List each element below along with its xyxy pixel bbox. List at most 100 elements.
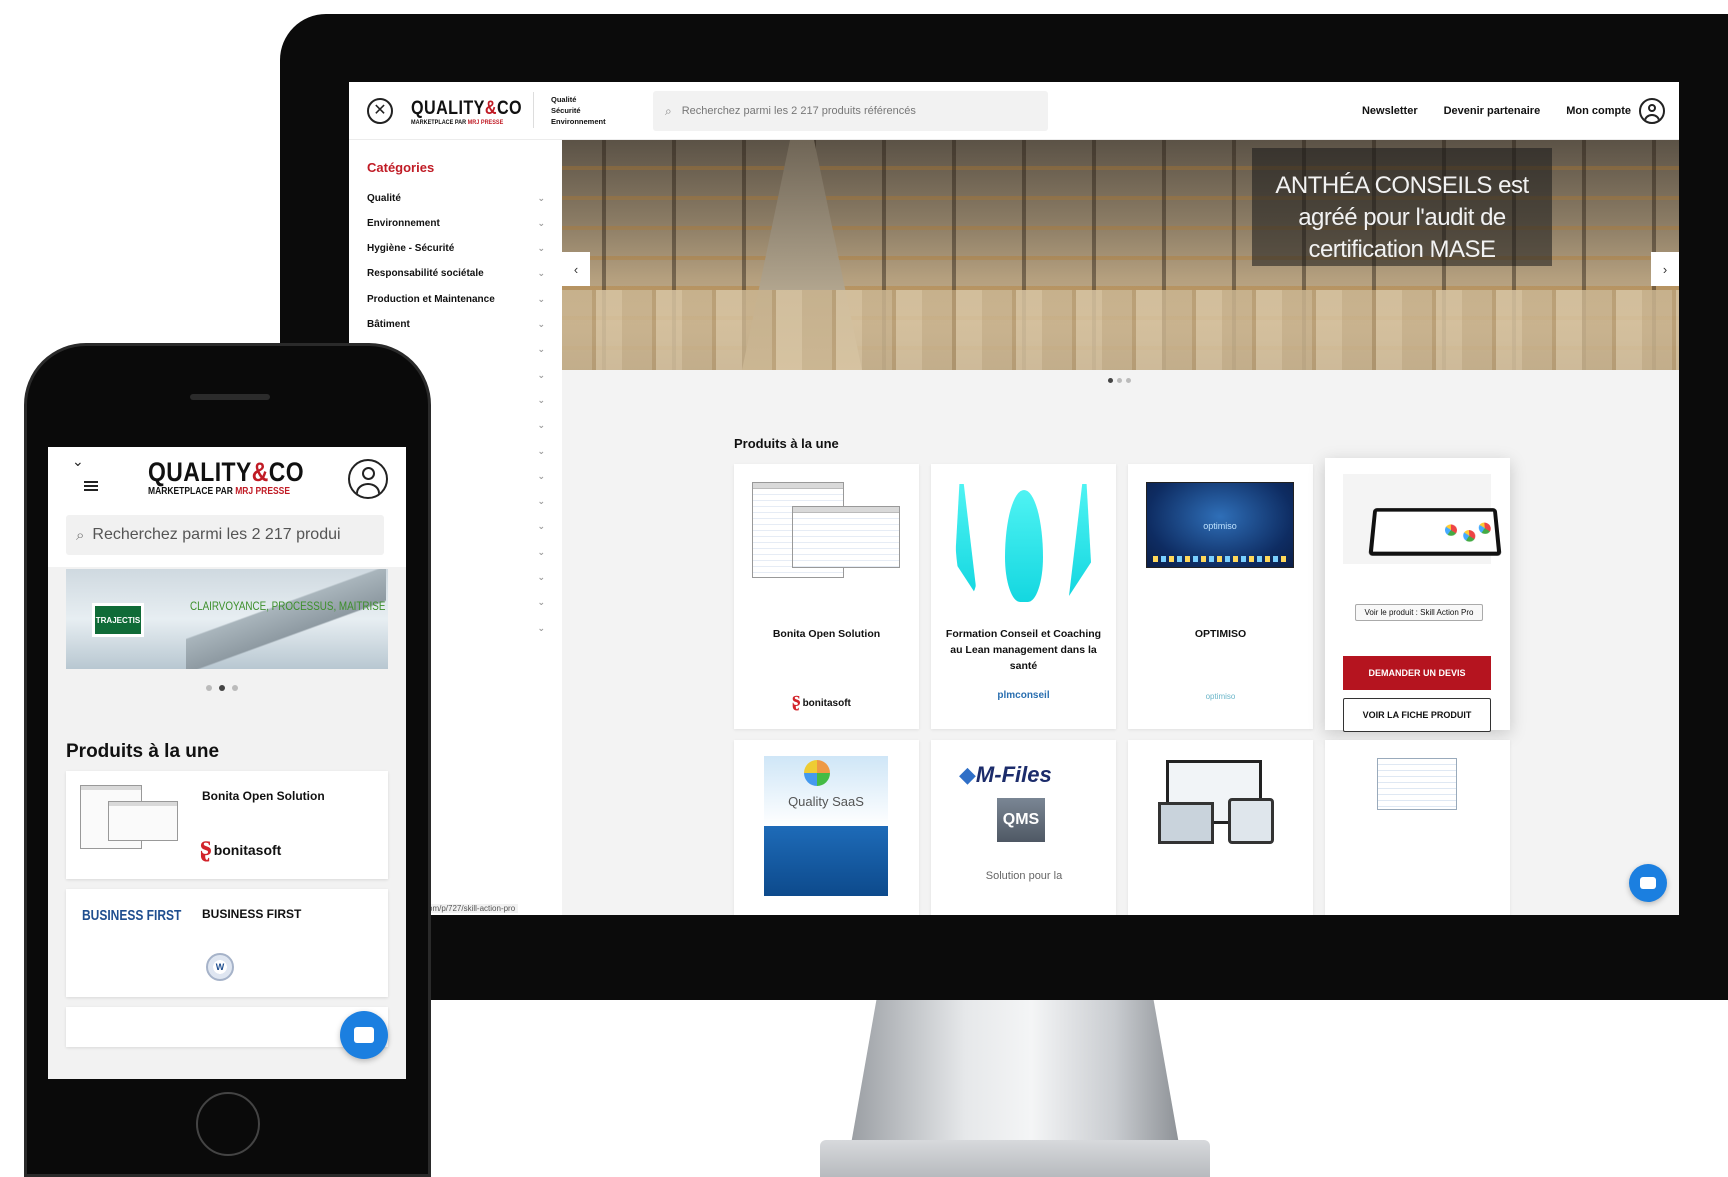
product-card-devices[interactable] — [1128, 740, 1313, 915]
product-card-quality-saas[interactable]: Quality SaaS — [734, 740, 919, 915]
desktop-header: ✕ QUALITY&CO MARKETPLACE PAR MRJ PRESSE … — [349, 82, 1679, 140]
chevron-down-icon: ⌄ — [537, 369, 545, 380]
header-tagline: Qualité Sécurité Environnement — [551, 95, 606, 126]
account-button[interactable] — [348, 459, 388, 499]
category-label: Production et Maintenance — [367, 293, 495, 305]
product-name: Formation Conseil et Coaching au Lean ma… — [945, 628, 1102, 672]
product-name: Bonita Open Solution — [772, 628, 881, 640]
chevron-down-icon: ⌄ — [537, 572, 545, 582]
product-name: Bonita Open Solution — [202, 789, 325, 803]
banner-slogan: CLAIRVOYANCE, PROCESSUS, MAITRISE — [190, 599, 386, 613]
monitor-stand — [850, 1000, 1180, 1150]
newsletter-link[interactable]: Newsletter — [1362, 105, 1418, 117]
site-logo[interactable]: QUALITY&CO MARKETPLACE PAR MRJ PRESSE — [148, 457, 332, 497]
request-quote-button[interactable]: DEMANDER UN DEVIS — [1343, 656, 1491, 690]
search-icon: ⌕ — [76, 526, 85, 544]
categories-title: Catégories — [367, 160, 435, 175]
featured-title: Produits à la une — [66, 741, 220, 762]
user-icon — [348, 459, 388, 499]
chat-button[interactable] — [1629, 864, 1667, 902]
carousel-dot-2[interactable] — [219, 685, 225, 691]
product-thumbnail: ◆M-Files QMS Solution pour la — [959, 762, 1063, 882]
product-thumbnail: Quality SaaS — [764, 756, 888, 896]
banner-caption[interactable]: ANTHÉA CONSEILS est agréé pour l'audit d… — [1252, 148, 1552, 266]
product-card[interactable] — [66, 1007, 388, 1047]
search-input[interactable] — [92, 526, 373, 544]
carousel-dot-1[interactable] — [1108, 378, 1113, 383]
chevron-down-icon: ⌄ — [72, 453, 84, 469]
carousel-dot-2[interactable] — [1117, 378, 1122, 383]
view-product-button[interactable]: VOIR LA FICHE PRODUIT — [1343, 698, 1491, 732]
hero-carousel: ANTHÉA CONSEILS est agréé pour l'audit d… — [562, 140, 1679, 370]
trajectis-logo: TRAJECTIS — [92, 603, 144, 637]
carousel-next-button[interactable]: › — [1651, 252, 1679, 286]
chevron-down-icon: ⌄ — [537, 445, 545, 456]
product-card-plm[interactable]: Formation Conseil et Coaching au Lean ma… — [931, 464, 1116, 729]
product-card-m-files[interactable]: ◆M-Files QMS Solution pour la — [931, 740, 1116, 915]
carousel-dots — [1108, 378, 1131, 383]
vendor-logo: plmconseil — [997, 690, 1050, 701]
chevron-down-icon: ⌄ — [537, 217, 545, 228]
site-logo[interactable]: QUALITY&CO MARKETPLACE PAR MRJ PRESSE — [411, 98, 542, 126]
product-name: BUSINESS FIRST — [202, 907, 302, 921]
account-label: Mon compte — [1566, 105, 1631, 117]
chevron-down-icon: ⌄ — [537, 394, 545, 405]
chevron-down-icon: ⌄ — [537, 470, 545, 481]
chevron-down-icon: ⌄ — [537, 496, 545, 507]
search-icon: ⌕ — [665, 103, 672, 118]
category-item[interactable]: Hygiène - Sécurité ⌄ — [367, 239, 545, 259]
close-icon[interactable]: ✕ — [367, 98, 393, 124]
category-label: Responsabilité sociétale — [367, 268, 484, 280]
product-card-optimiso[interactable]: optimiso OPTIMISO optimiso — [1128, 464, 1313, 729]
product-card-bonita[interactable]: Bonita Open Solution ʂ bonitasoft — [66, 771, 388, 879]
category-item[interactable]: Production et Maintenance ⌄ — [367, 289, 545, 309]
product-thumbnail: optimiso — [1146, 482, 1294, 568]
category-item[interactable]: Bâtiment ⌄ — [367, 315, 545, 335]
carousel-prev-button[interactable]: ‹ — [562, 252, 590, 286]
category-item[interactable]: Responsabilité sociétale ⌄ — [367, 264, 545, 284]
category-label: Bâtiment — [367, 319, 410, 330]
product-card-dashboard[interactable] — [1325, 740, 1510, 915]
chevron-down-icon: ⌄ — [537, 420, 545, 431]
carousel-dot-1[interactable] — [206, 685, 212, 691]
featured-title: Produits à la une — [734, 436, 839, 451]
carousel-dot-3[interactable] — [1126, 378, 1131, 383]
phone-speaker — [190, 394, 270, 400]
monitor-stand-base — [820, 1140, 1210, 1177]
search-bar: ⌕ — [66, 515, 384, 555]
mobile-screen: ⌄ QUALITY&CO MARKETPLACE PAR MRJ PRESSE … — [48, 447, 406, 1079]
chevron-down-icon: ⌄ — [537, 268, 545, 279]
search-bar: ⌕ — [653, 91, 1048, 131]
chevron-down-icon: ⌄ — [537, 319, 545, 329]
chevron-down-icon: ⌄ — [537, 622, 545, 633]
category-item[interactable]: Qualité ⌄ — [367, 188, 545, 208]
hero-carousel[interactable]: TRAJECTIS CLAIRVOYANCE, PROCESSUS, MAITR… — [66, 569, 388, 669]
vendor-badge: W — [206, 953, 234, 981]
category-label: Hygiène - Sécurité — [367, 243, 455, 255]
category-item[interactable]: Environnement ⌄ — [367, 213, 545, 233]
account-link[interactable]: Mon compte — [1566, 98, 1665, 124]
product-thumbnail — [951, 484, 1097, 602]
chevron-down-icon: ⌄ — [537, 546, 545, 557]
product-card-business-first[interactable]: BUSINESS FIRST BUSINESS FIRST W — [66, 889, 388, 997]
product-thumbnail — [1158, 760, 1282, 860]
chevron-down-icon: ⌄ — [537, 293, 545, 304]
product-card-bonita[interactable]: Bonita Open Solution ʂ bonitasoft — [734, 464, 919, 729]
menu-button[interactable]: ⌄ — [58, 453, 106, 493]
user-icon — [1639, 98, 1665, 124]
vendor-logo: optimiso — [1205, 692, 1236, 701]
chat-button[interactable] — [340, 1011, 388, 1059]
product-name: OPTIMISO — [1194, 628, 1247, 640]
become-partner-link[interactable]: Devenir partenaire — [1444, 105, 1541, 117]
product-card-skill-action-pro[interactable]: Voir le produit : Skill Action Pro DEMAN… — [1325, 458, 1510, 732]
search-input[interactable] — [681, 105, 1022, 117]
carousel-dot-3[interactable] — [232, 685, 238, 691]
vendor-logo: ʂ bonitasoft — [792, 686, 851, 711]
product-thumbnail — [1377, 758, 1457, 810]
vendor-logo: BUSINESS FIRST — [82, 907, 182, 924]
banner-image — [186, 569, 386, 669]
product-thumbnail — [80, 785, 180, 855]
product-thumbnail — [1343, 474, 1502, 564]
desktop-screen: ✕ QUALITY&CO MARKETPLACE PAR MRJ PRESSE … — [349, 82, 1679, 915]
chevron-down-icon: ⌄ — [537, 521, 545, 532]
